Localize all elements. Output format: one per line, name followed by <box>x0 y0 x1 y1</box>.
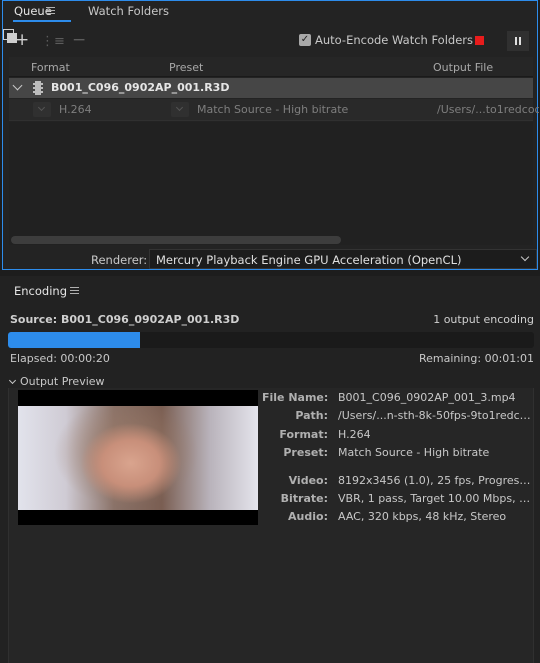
progress-fill <box>8 332 140 348</box>
pause-button[interactable] <box>507 31 529 51</box>
output-count: 1 output encoding <box>433 313 534 326</box>
remove-icon[interactable]: − <box>72 31 86 49</box>
preset-dropdown[interactable] <box>171 102 189 117</box>
queue-list-area <box>9 122 533 245</box>
auto-encode-label[interactable]: Auto-Encode Watch Folders <box>315 33 473 47</box>
tab-encoding[interactable]: Encoding <box>14 284 67 298</box>
queue-panel: Queue Watch Folders + ⋮≡ − ✓ Auto-Encode… <box>2 0 539 270</box>
chevron-down-icon[interactable] <box>12 80 23 91</box>
format-dropdown[interactable] <box>33 102 51 117</box>
preset-settings-icon[interactable]: ⋮≡ <box>41 33 65 51</box>
queue-column-headers: Format Preset Output File <box>9 57 533 77</box>
preview-image <box>18 406 258 510</box>
column-header-output[interactable]: Output File <box>433 61 493 74</box>
queue-output-item[interactable]: H.264 Match Source - High bitrate /Users… <box>9 99 539 121</box>
column-header-preset[interactable]: Preset <box>169 61 203 74</box>
item-output-file[interactable]: /Users/...to1redcode <box>437 103 539 116</box>
encoding-source: Source: B001_C096_0902AP_001.R3D <box>10 313 240 326</box>
info-key: Bitrate: <box>280 492 328 505</box>
stop-queue-button[interactable] <box>475 36 484 45</box>
info-key: File Name: <box>262 391 329 404</box>
preview-thumbnail <box>18 390 258 525</box>
column-header-format[interactable]: Format <box>31 61 70 74</box>
scrollbar-thumb[interactable] <box>11 236 341 244</box>
info-key: Format: <box>279 428 328 441</box>
item-format[interactable]: H.264 <box>59 103 92 116</box>
queue-source-group[interactable]: B001_C096_0902AP_001.R3D <box>9 78 533 98</box>
chevron-down-icon[interactable] <box>8 376 17 385</box>
info-value: 8192x3456 (1.0), 25 fps, Progressive... <box>338 474 534 487</box>
item-preset[interactable]: Match Source - High bitrate <box>197 103 348 116</box>
remaining-time: Remaining: 00:01:01 <box>418 352 534 365</box>
info-value: H.264 <box>338 428 371 441</box>
renderer-value: Mercury Playback Engine GPU Acceleration… <box>156 253 462 267</box>
info-value: B001_C096_0902AP_001_3.mp4 <box>338 391 516 404</box>
encoding-menu-icon[interactable] <box>70 287 79 294</box>
encoding-progress-bar <box>8 332 534 348</box>
queue-menu-icon[interactable] <box>46 7 55 14</box>
auto-encode-checkbox[interactable]: ✓ <box>299 34 311 46</box>
elapsed-time: Elapsed: 00:00:20 <box>10 352 110 365</box>
tab-watch-folders[interactable]: Watch Folders <box>88 4 169 18</box>
renderer-label: Renderer: <box>91 253 148 267</box>
output-preview-toggle[interactable]: Output Preview <box>8 375 105 388</box>
encoding-panel: Encoding Source: B001_C096_0902AP_001.R3… <box>0 276 540 663</box>
active-tab-indicator <box>13 20 71 22</box>
queue-panel-tabs: Queue Watch Folders <box>3 1 537 23</box>
info-key: Video: <box>288 474 328 487</box>
info-value: VBR, 1 pass, Target 10.00 Mbps, Ma... <box>338 492 534 505</box>
queue-toolbar: + ⋮≡ − ✓ Auto-Encode Watch Folders <box>3 29 537 53</box>
info-key: Preset: <box>283 446 328 459</box>
source-file-name: B001_C096_0902AP_001.R3D <box>51 81 230 94</box>
film-icon <box>33 81 43 95</box>
info-value: /Users/...n-sth-8k-50fps-9to1redcode/ <box>338 409 534 422</box>
renderer-select[interactable]: Mercury Playback Engine GPU Acceleration… <box>149 249 537 269</box>
info-key: Audio: <box>288 510 328 523</box>
add-source-icon[interactable]: + <box>15 31 29 49</box>
info-value: Match Source - High bitrate <box>338 446 490 459</box>
output-preview-title: Output Preview <box>20 375 105 388</box>
info-key: Path: <box>295 409 328 422</box>
chevron-down-icon <box>520 252 530 262</box>
info-value: AAC, 320 kbps, 48 kHz, Stereo <box>338 510 507 523</box>
horizontal-scrollbar[interactable] <box>11 236 533 244</box>
